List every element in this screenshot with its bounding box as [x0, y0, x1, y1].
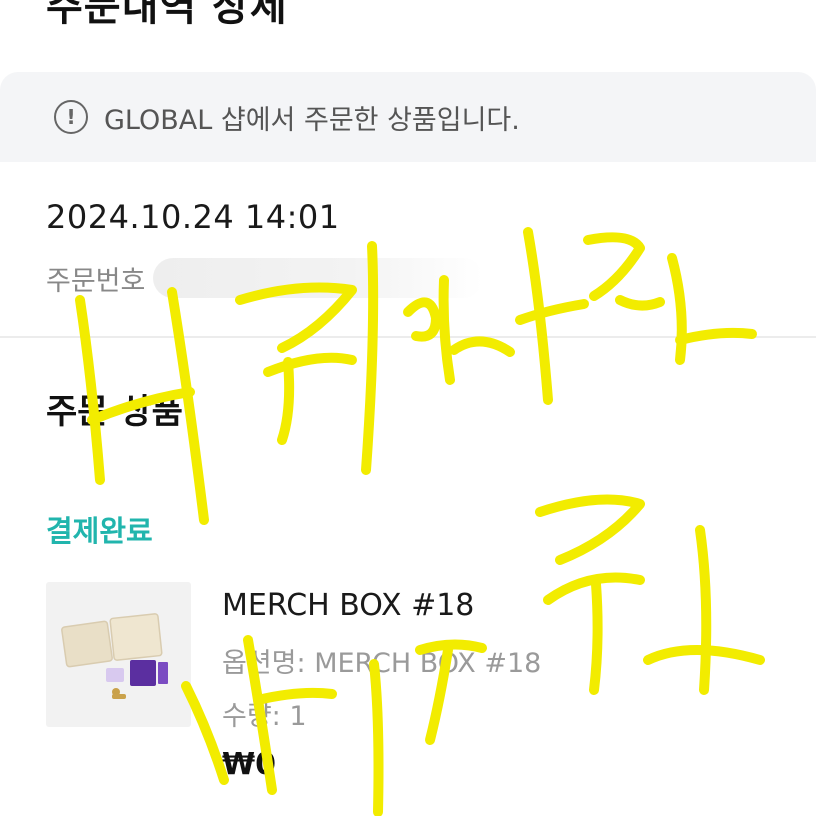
- product-quantity: 수량: 1: [222, 701, 307, 732]
- notice-text: GLOBAL 샵에서 주문한 상품입니다.: [104, 104, 520, 136]
- product-thumbnail[interactable]: [46, 582, 191, 727]
- order-number-row: 주문번호: [46, 258, 484, 298]
- order-number-redacted: [153, 258, 484, 298]
- order-number-label: 주문번호: [46, 265, 146, 297]
- global-shop-notice: ! GLOBAL 샵에서 주문한 상품입니다.: [0, 72, 816, 162]
- product-name[interactable]: MERCH BOX #18: [222, 588, 541, 623]
- page-title: 주문내역 상세: [46, 0, 288, 30]
- product-price: ₩0: [222, 747, 276, 782]
- product-info[interactable]: MERCH BOX #18 옵션명: MERCH BOX #18 수량: 1 ₩…: [222, 588, 541, 782]
- product-option: 옵션명: MERCH BOX #18: [222, 648, 542, 679]
- exclamation-circle-icon: !: [54, 100, 88, 134]
- payment-status: 결제완료: [46, 514, 153, 548]
- ordered-items-title: 주문 상품: [46, 392, 183, 432]
- section-divider: [0, 336, 816, 338]
- merch-box-image: [61, 613, 168, 699]
- order-datetime: 2024.10.24 14:01: [46, 198, 340, 236]
